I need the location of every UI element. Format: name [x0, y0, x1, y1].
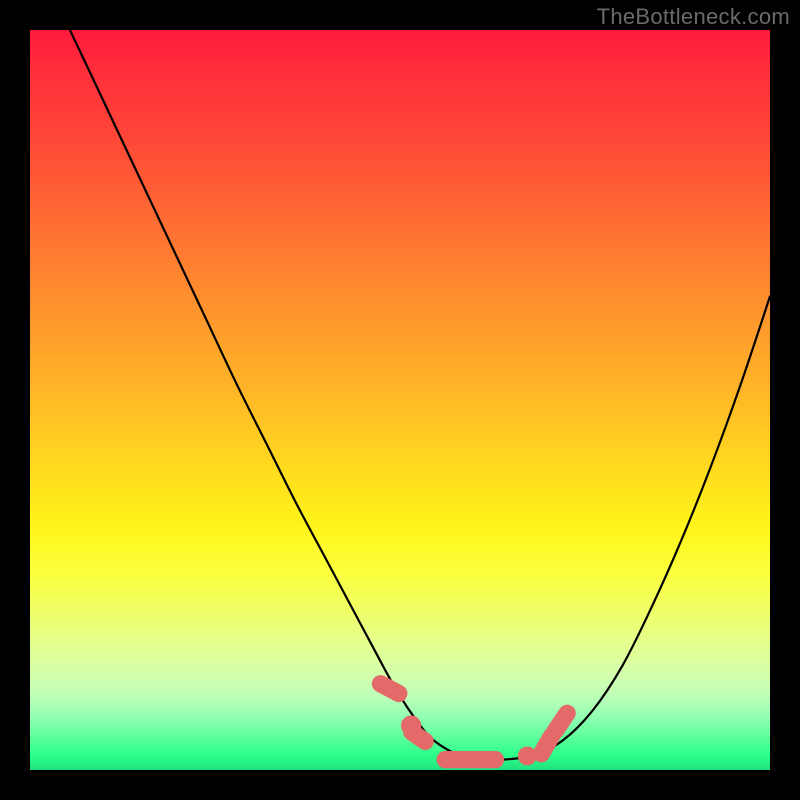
curve-marker-3 — [437, 752, 504, 768]
bottleneck-curve-line — [30, 0, 770, 760]
curve-marker-6 — [544, 702, 578, 742]
page-frame: TheBottleneck.com — [0, 0, 800, 800]
watermark-text: TheBottleneck.com — [597, 4, 790, 30]
curve-markers — [369, 673, 578, 768]
plot-area — [30, 30, 770, 770]
bottleneck-chart — [30, 30, 770, 770]
